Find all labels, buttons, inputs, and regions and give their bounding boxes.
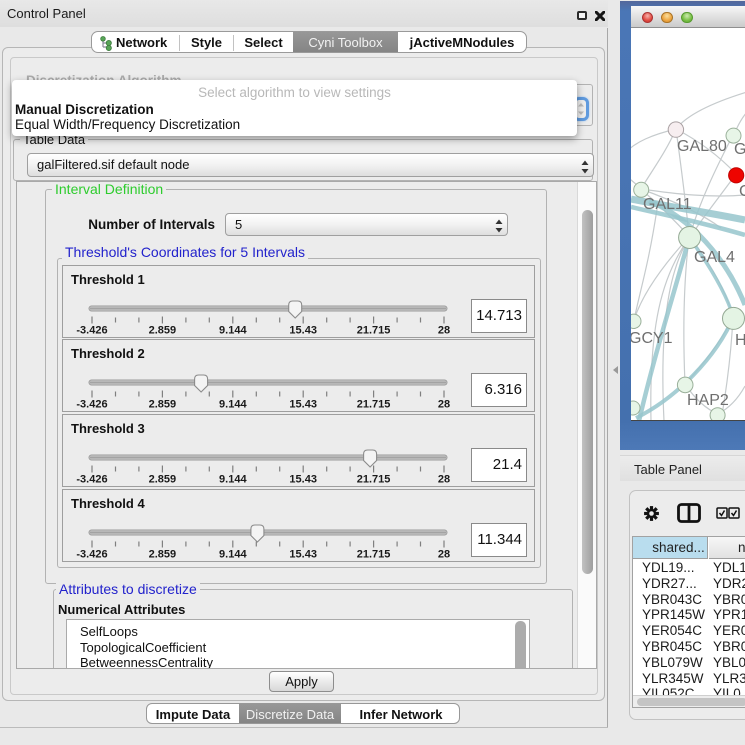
svg-text:9.144: 9.144 — [219, 549, 247, 561]
svg-text:2.859: 2.859 — [149, 474, 177, 486]
svg-text:28: 28 — [438, 474, 450, 486]
svg-text:15.43: 15.43 — [289, 549, 317, 561]
svg-text:2.859: 2.859 — [149, 549, 177, 561]
svg-text:GAL4: GAL4 — [694, 249, 735, 266]
svg-text:GA: GA — [734, 141, 745, 158]
svg-text:9.144: 9.144 — [219, 325, 247, 337]
svg-text:HAP2: HAP2 — [687, 392, 729, 409]
svg-text:2.859: 2.859 — [149, 399, 177, 411]
svg-text:GAL11: GAL11 — [643, 196, 692, 213]
svg-text:GAL80: GAL80 — [677, 138, 727, 155]
svg-text:21.715: 21.715 — [357, 325, 391, 337]
svg-text:9.144: 9.144 — [219, 474, 247, 486]
svg-text:15.43: 15.43 — [289, 325, 317, 337]
svg-text:H: H — [735, 332, 745, 349]
svg-text:2.859: 2.859 — [149, 325, 177, 337]
svg-text:28: 28 — [438, 399, 450, 411]
svg-text:GCY1: GCY1 — [631, 330, 673, 347]
svg-text:9.144: 9.144 — [219, 399, 247, 411]
svg-text:15.43: 15.43 — [289, 399, 317, 411]
svg-text:28: 28 — [438, 325, 450, 337]
svg-text:15.43: 15.43 — [289, 474, 317, 486]
svg-text:-3.426: -3.426 — [76, 325, 107, 337]
svg-text:21.715: 21.715 — [357, 474, 391, 486]
svg-text:-3.426: -3.426 — [76, 399, 107, 411]
svg-text:28: 28 — [438, 549, 450, 561]
svg-text:C: C — [739, 183, 745, 200]
svg-text:-3.426: -3.426 — [76, 549, 107, 561]
svg-text:-3.426: -3.426 — [76, 474, 107, 486]
svg-text:21.715: 21.715 — [357, 549, 391, 561]
svg-text:21.715: 21.715 — [357, 399, 391, 411]
